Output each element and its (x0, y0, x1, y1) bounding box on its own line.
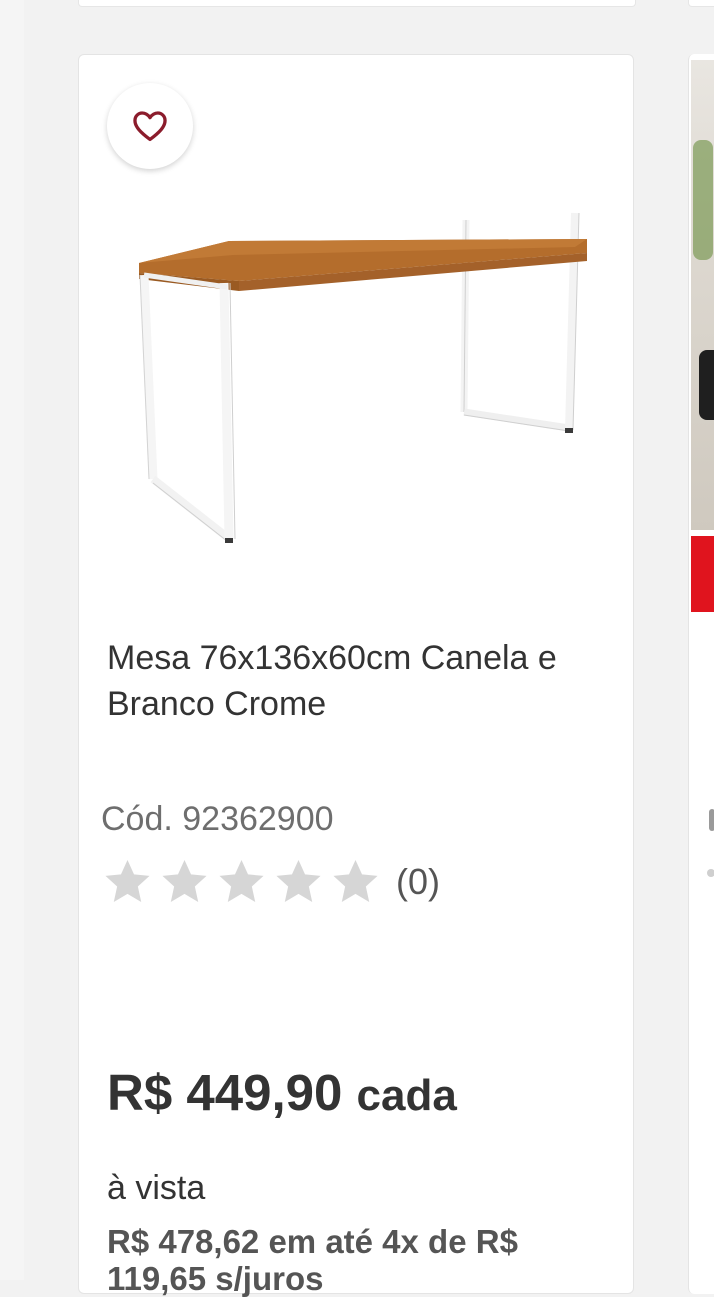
star-fragment (707, 869, 714, 877)
plant-decoration (693, 140, 713, 260)
price-value: R$ 449,90 (107, 1064, 343, 1121)
promo-banner (691, 536, 714, 612)
heart-icon (133, 111, 167, 142)
price: R$ 449,90 cada (107, 1063, 457, 1122)
page-left-margin (0, 0, 24, 1280)
installment-info: R$ 478,62 em até 4x de R$ 119,65 s/juros (107, 1223, 518, 1297)
product-card[interactable]: Mesa 76x136x60cm Canela e Branco Crome C… (78, 54, 634, 1297)
star-icon (156, 855, 213, 909)
rating-stars (99, 855, 384, 909)
previous-product-card[interactable] (78, 0, 636, 7)
star-icon (99, 855, 156, 909)
text-fragment (709, 809, 714, 831)
star-icon (213, 855, 270, 909)
product-rating[interactable]: (0) (99, 855, 440, 909)
product-code: Cód. 92362900 (101, 800, 334, 838)
payment-note: à vista (107, 1169, 206, 1207)
product-image[interactable] (129, 175, 599, 565)
price-unit: cada (356, 1071, 457, 1120)
next-product-image[interactable] (691, 60, 714, 530)
next-product-card[interactable] (688, 54, 714, 1294)
star-icon (270, 855, 327, 909)
rating-count: (0) (396, 861, 440, 902)
star-icon (327, 855, 384, 909)
previous-product-card-right[interactable] (688, 0, 714, 7)
product-title[interactable]: Mesa 76x136x60cm Canela e Branco Crome (107, 635, 617, 727)
favorite-button[interactable] (107, 83, 193, 169)
chair-decoration (699, 350, 714, 420)
